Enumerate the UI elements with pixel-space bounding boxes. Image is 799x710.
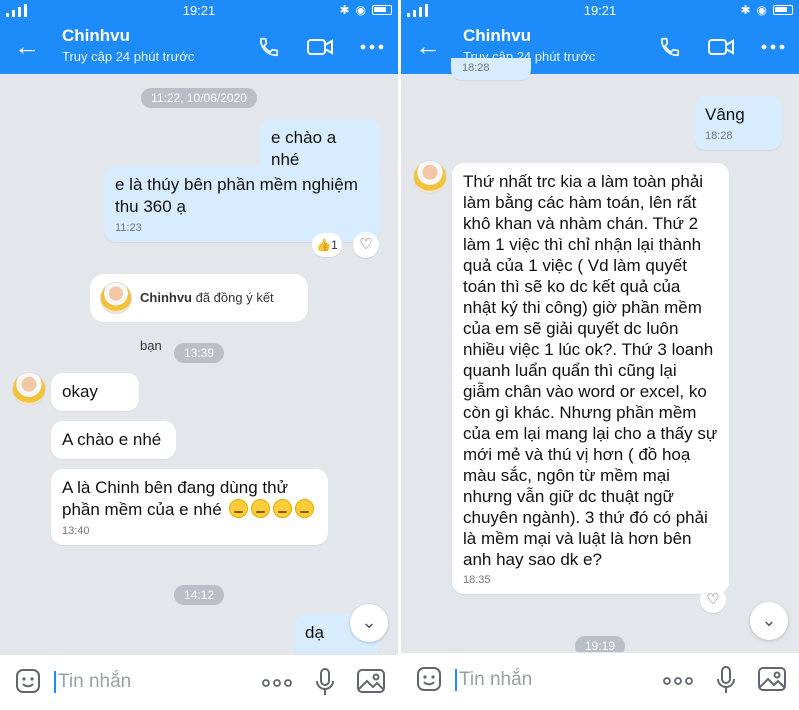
- status-bar: 19:21 ✱ ◉: [401, 0, 799, 22]
- smiling-emoji-icon: [229, 499, 249, 518]
- image-gallery-icon[interactable]: [757, 665, 787, 693]
- more-actions-icon[interactable]: [663, 677, 693, 685]
- eye-icon: ◉: [756, 3, 767, 17]
- more-options-icon[interactable]: [360, 43, 384, 51]
- smiling-emoji-icon: [251, 499, 271, 518]
- emoji-sticker-icon[interactable]: [14, 667, 42, 695]
- chat-screen-right: 19:21 ✱ ◉ ← Chinhvu Truy cập 24 phút trư…: [401, 0, 799, 710]
- heart-react-icon[interactable]: ♡: [700, 587, 726, 613]
- phone-call-icon[interactable]: [659, 36, 681, 58]
- scroll-down-button[interactable]: ⌄: [750, 602, 788, 640]
- message-time: 13:40: [62, 525, 90, 537]
- chat-header: ← Chinhvu Truy cập 24 phút trước: [0, 22, 398, 74]
- heart-react-icon[interactable]: ♡: [353, 232, 379, 258]
- video-call-icon[interactable]: [707, 36, 735, 58]
- message-time: 18:28: [462, 62, 490, 74]
- emoji-sticker-icon[interactable]: [415, 665, 443, 693]
- chevron-down-icon: ⌄: [361, 612, 377, 632]
- scroll-down-button[interactable]: ⌄: [350, 604, 388, 642]
- message-input[interactable]: Tin nhắn: [455, 669, 532, 691]
- chevron-down-icon: ⌄: [761, 610, 777, 630]
- contact-avatar[interactable]: [413, 160, 447, 194]
- last-seen: Truy cập 24 phút trước: [62, 49, 195, 64]
- time-divider: 13:39: [173, 343, 225, 363]
- time-divider: 14:12: [173, 585, 225, 605]
- message-composer: Tin nhắn: [401, 652, 799, 710]
- message-input[interactable]: Tin nhắn: [54, 671, 131, 693]
- signal-icon: [6, 4, 27, 17]
- chat-screen-left: 19:21 ✱ ◉ ← Chinhvu Truy cập 24 phút trư…: [0, 0, 398, 710]
- incoming-message[interactable]: A chào e nhé: [51, 421, 176, 459]
- more-actions-icon[interactable]: [262, 679, 292, 687]
- more-options-icon[interactable]: [761, 43, 785, 51]
- outgoing-message[interactable]: e là thúy bên phần mềm nghiệm thu 360 ạ …: [104, 166, 380, 242]
- contact-name[interactable]: Chinhvu: [62, 26, 130, 46]
- image-gallery-icon[interactable]: [356, 667, 386, 695]
- phone-call-icon[interactable]: [258, 36, 280, 58]
- outgoing-message-partial: 18:28: [451, 58, 531, 80]
- smiling-emoji-icon: [273, 499, 293, 518]
- battery-icon: [773, 5, 793, 15]
- eye-icon: ◉: [355, 3, 366, 17]
- back-arrow-icon[interactable]: ←: [14, 33, 40, 60]
- bluetooth-icon: ✱: [740, 3, 751, 17]
- smiling-emoji-icon: [295, 499, 315, 518]
- contact-name[interactable]: Chinhvu: [463, 26, 531, 46]
- signal-icon: [407, 4, 428, 17]
- incoming-message[interactable]: A là Chinh bên đang dùng thử phần mềm củ…: [51, 469, 328, 545]
- friend-accepted-notice: Chinhvu đã đồng ý kết bạn: [90, 274, 308, 353]
- message-time: 18:28: [705, 130, 733, 142]
- video-call-icon[interactable]: [306, 36, 334, 58]
- status-bar: 19:21 ✱ ◉: [0, 0, 398, 22]
- message-time: 18:35: [463, 574, 491, 586]
- microphone-icon[interactable]: [314, 667, 336, 697]
- outgoing-message[interactable]: Vâng 18:28: [694, 96, 782, 150]
- incoming-message[interactable]: Thứ nhất trc kia a làm toàn phải làm bằn…: [452, 163, 729, 594]
- date-divider: 11:22, 10/06/2020: [141, 88, 257, 108]
- bluetooth-icon: ✱: [339, 3, 350, 17]
- contact-avatar[interactable]: [12, 372, 46, 406]
- back-arrow-icon[interactable]: ←: [415, 33, 441, 60]
- clock: 19:21: [182, 3, 216, 18]
- battery-icon: [372, 5, 392, 15]
- avatar: [100, 282, 132, 314]
- incoming-message[interactable]: okay: [51, 373, 139, 411]
- microphone-icon[interactable]: [715, 665, 737, 695]
- clock: 19:21: [583, 3, 617, 18]
- thumbs-up-icon: 👍: [316, 238, 332, 252]
- reaction-badge[interactable]: 👍1: [312, 233, 342, 257]
- message-composer: Tin nhắn: [0, 654, 398, 710]
